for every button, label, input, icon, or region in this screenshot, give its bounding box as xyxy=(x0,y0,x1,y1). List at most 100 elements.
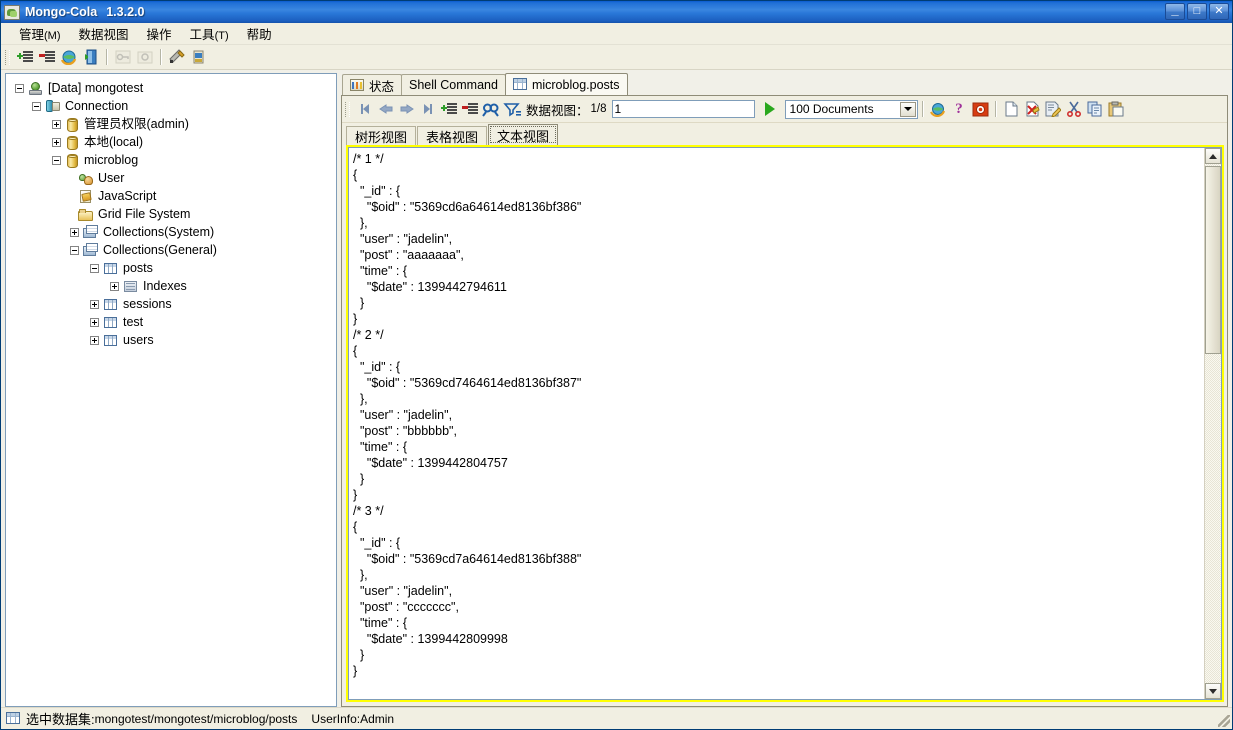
delete-document-icon[interactable] xyxy=(1022,99,1043,119)
document-tabstrip: 状态 Shell Command microblog.posts xyxy=(341,73,1228,95)
chevron-down-icon[interactable] xyxy=(899,101,916,117)
tree-node-posts[interactable]: posts xyxy=(12,259,336,277)
tree-node-local[interactable]: 本地(local) xyxy=(12,133,336,151)
help-icon[interactable]: ? xyxy=(949,99,970,119)
toolbar-grip[interactable] xyxy=(5,49,10,65)
tree-node-data-mongotest[interactable]: [Data] mongotest xyxy=(12,79,336,97)
menu-item-dataview[interactable]: 数据视图 xyxy=(70,22,138,45)
tree-node-admin[interactable]: 管理员权限(admin) xyxy=(12,115,336,133)
refresh-globe-icon[interactable] xyxy=(58,47,80,68)
remove-connection-icon[interactable] xyxy=(36,47,58,68)
expander-plus-icon[interactable] xyxy=(90,299,99,309)
tree-node-javascript[interactable]: JavaScript xyxy=(12,187,336,205)
expander-plus-icon[interactable] xyxy=(90,317,99,327)
text-view-inner[interactable]: /* 1 */ { "_id" : { "$oid" : "5369cd6a64… xyxy=(348,147,1222,700)
remove-record-icon[interactable] xyxy=(459,99,480,119)
document-count-combo[interactable]: 100 Documents xyxy=(784,99,918,119)
tab-label: 状态 xyxy=(369,79,395,94)
previous-page-icon[interactable] xyxy=(375,99,396,119)
record-icon[interactable] xyxy=(970,99,991,119)
tab-microblog-posts[interactable]: microblog.posts xyxy=(504,73,628,95)
tree-node-label: JavaScript xyxy=(98,189,157,203)
expander-minus-icon[interactable] xyxy=(90,263,99,273)
tree-node-label: microblog xyxy=(84,153,139,167)
vertical-scrollbar[interactable] xyxy=(1204,148,1221,699)
window-version: 1.3.2.0 xyxy=(106,5,145,19)
tree-node-label: test xyxy=(123,315,144,329)
paste-icon[interactable] xyxy=(1106,99,1127,119)
maximize-button[interactable]: □ xyxy=(1187,3,1207,20)
tree-node-indexes[interactable]: Indexes xyxy=(12,277,336,295)
status-bar: 选中数据集: mongotest/mongotest/microblog/pos… xyxy=(1,707,1232,729)
expander-minus-icon[interactable] xyxy=(15,83,24,93)
database-icon xyxy=(67,135,78,150)
data-toolbar: 数据视图： 1/8 100 Documents xyxy=(342,96,1227,123)
main-toolbar xyxy=(1,45,1232,70)
close-button[interactable]: ✕ xyxy=(1209,3,1229,20)
copy-icon[interactable] xyxy=(1085,99,1106,119)
first-page-icon[interactable] xyxy=(354,99,375,119)
status-user-info: UserInfo:Admin xyxy=(311,711,395,726)
scroll-up-button[interactable] xyxy=(1205,148,1221,164)
app-icon xyxy=(4,4,20,20)
data-toolbar-grip[interactable] xyxy=(345,101,350,117)
menu-item-tools[interactable]: 工具(T) xyxy=(181,22,238,45)
find-icon[interactable] xyxy=(480,99,501,119)
tree-node-label: Grid File System xyxy=(98,207,191,221)
tree-node-test[interactable]: test xyxy=(12,313,336,331)
expander-plus-icon[interactable] xyxy=(70,227,79,237)
table-icon xyxy=(103,262,119,276)
collections-icon xyxy=(83,243,99,258)
expander-plus-icon[interactable] xyxy=(90,335,99,345)
menu-item-operation[interactable]: 操作 xyxy=(138,22,181,45)
tree-node-user[interactable]: User xyxy=(12,169,336,187)
tree-panel[interactable]: [Data] mongotest Connection 管理员权限(admin)… xyxy=(5,73,337,707)
database-icon xyxy=(67,153,78,168)
expander-minus-icon[interactable] xyxy=(70,245,79,255)
expander-plus-icon[interactable] xyxy=(52,119,61,129)
tools-icon[interactable] xyxy=(166,47,188,68)
view-tab-text[interactable]: 文本视图 xyxy=(488,124,559,145)
new-document-icon[interactable] xyxy=(1001,99,1022,119)
exit-door-icon[interactable] xyxy=(80,47,102,68)
menu-label: 帮助 xyxy=(246,28,272,42)
tree-node-microblog[interactable]: microblog xyxy=(12,151,336,169)
expander-plus-icon[interactable] xyxy=(52,137,61,147)
menu-item-help[interactable]: 帮助 xyxy=(238,22,281,45)
tree-node-collections-general[interactable]: Collections(General) xyxy=(12,241,336,259)
expander-plus-icon[interactable] xyxy=(110,281,119,291)
cut-icon[interactable] xyxy=(1064,99,1085,119)
tree-node-grid-file-system[interactable]: Grid File System xyxy=(12,205,336,223)
last-page-icon[interactable] xyxy=(417,99,438,119)
tab-status[interactable]: 状态 xyxy=(342,74,403,95)
document-text[interactable]: /* 1 */ { "_id" : { "$oid" : "5369cd6a64… xyxy=(349,148,1204,699)
tree-node-connection[interactable]: Connection xyxy=(12,97,336,115)
expander-minus-icon[interactable] xyxy=(32,101,41,111)
globe-icon[interactable] xyxy=(928,99,949,119)
tree-node-users[interactable]: users xyxy=(12,331,336,349)
add-record-icon[interactable] xyxy=(438,99,459,119)
page-fraction: 1/8 xyxy=(590,103,607,115)
page-input[interactable] xyxy=(611,100,755,118)
tree-node-sessions[interactable]: sessions xyxy=(12,295,336,313)
tree-node-label: Collections(System) xyxy=(103,225,215,239)
import-export-icon[interactable] xyxy=(188,47,210,68)
filter-icon[interactable] xyxy=(501,99,522,119)
go-button[interactable] xyxy=(759,99,781,119)
tab-shell-command[interactable]: Shell Command xyxy=(401,74,506,95)
resize-grip[interactable] xyxy=(1218,715,1230,727)
scrollbar-track[interactable] xyxy=(1205,164,1221,683)
edit-document-icon[interactable] xyxy=(1043,99,1064,119)
view-tab-tree[interactable]: 树形视图 xyxy=(346,126,417,145)
title-bar: Mongo-Cola 1.3.2.0 _ □ ✕ xyxy=(1,1,1232,23)
add-connection-icon[interactable] xyxy=(14,47,36,68)
menu-item-manage[interactable]: 管理(M) xyxy=(10,22,70,45)
view-tab-table[interactable]: 表格视图 xyxy=(417,126,488,145)
minimize-button[interactable]: _ xyxy=(1165,3,1185,20)
status-selected-label: 选中数据集: xyxy=(26,709,95,728)
expander-minus-icon[interactable] xyxy=(52,155,61,165)
tree-node-collections-system[interactable]: Collections(System) xyxy=(12,223,336,241)
next-page-icon[interactable] xyxy=(396,99,417,119)
scroll-down-button[interactable] xyxy=(1205,683,1221,699)
scrollbar-thumb[interactable] xyxy=(1205,166,1221,354)
